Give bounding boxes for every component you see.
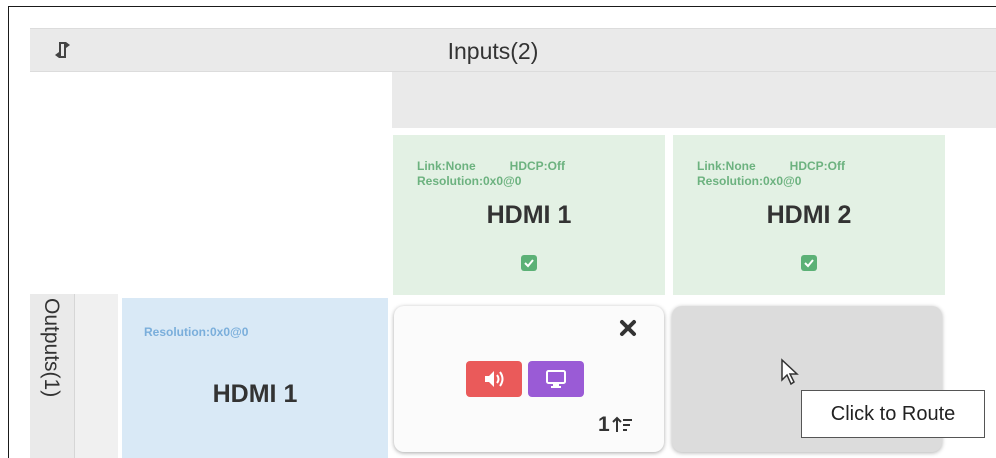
input-resolution: Resolution:0x0@0 — [697, 174, 802, 188]
route-tooltip: Click to Route — [801, 390, 985, 438]
route-priority: 1 — [598, 413, 610, 436]
corner-blank — [30, 72, 392, 294]
input-link-status: Link:None — [417, 159, 476, 173]
close-icon[interactable] — [619, 319, 637, 337]
input-link-hdcp: Link:None HDCP:Off — [697, 159, 845, 173]
outputs-sub-column — [74, 294, 118, 458]
mouse-cursor-icon — [780, 358, 802, 388]
inputs-title: Inputs(2) — [447, 38, 539, 64]
input-hdcp-status: HDCP:Off — [789, 159, 845, 173]
output-name: HDMI 1 — [212, 380, 298, 408]
video-route-button[interactable] — [528, 361, 584, 397]
input-name: HDMI 1 — [486, 201, 572, 229]
outputs-label: Outputs(1) — [30, 294, 74, 458]
route-cell-hdmi1-hdmi1[interactable]: 1 — [394, 306, 664, 452]
output-card-hdmi-1[interactable]: Resolution:0x0@0 HDMI 1 — [122, 298, 388, 458]
outputs-title: Outputs(1) — [40, 298, 63, 398]
checkbox-checked-icon[interactable] — [801, 255, 817, 271]
input-name: HDMI 2 — [766, 201, 852, 229]
input-hdcp-status: HDCP:Off — [509, 159, 565, 173]
input-card-hdmi-2[interactable]: Link:None HDCP:Off Resolution:0x0@0 HDMI … — [673, 135, 945, 295]
inputs-subheader — [392, 72, 996, 128]
input-resolution: Resolution:0x0@0 — [417, 174, 522, 188]
monitor-icon — [546, 370, 566, 388]
output-resolution: Resolution:0x0@0 — [144, 325, 249, 339]
outputs-label-column: Outputs(1) — [30, 294, 74, 458]
input-link-status: Link:None — [697, 159, 756, 173]
input-card-hdmi-1[interactable]: Link:None HDCP:Off Resolution:0x0@0 HDMI … — [393, 135, 665, 295]
sort-priority-icon[interactable] — [612, 414, 634, 436]
input-link-hdcp: Link:None HDCP:Off — [417, 159, 565, 173]
checkbox-checked-icon[interactable] — [521, 255, 537, 271]
speaker-icon — [485, 371, 504, 387]
inputs-header: Inputs(2) — [30, 28, 996, 72]
audio-route-button[interactable] — [466, 361, 522, 397]
